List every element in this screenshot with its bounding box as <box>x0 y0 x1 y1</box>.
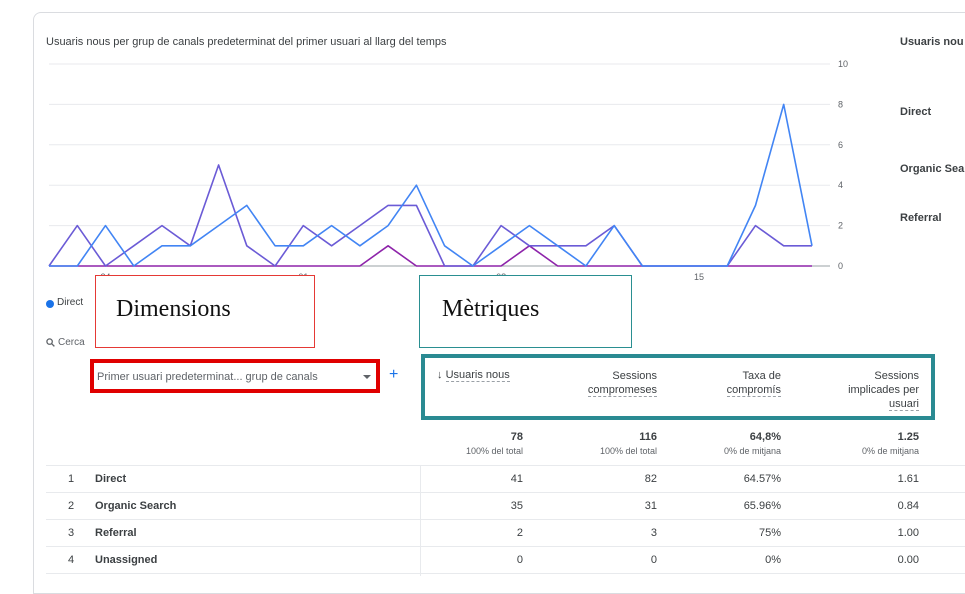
total-taxa-compromis: 64,8% <box>749 431 781 443</box>
series-line-referral <box>49 245 812 267</box>
row-cell: 0.84 <box>897 500 919 512</box>
column-header-sessions-implicades[interactable]: Sessions implicades per usuari <box>819 369 919 411</box>
column-header-line: Taxa de <box>742 370 781 382</box>
column-header-line: implicades per <box>848 384 919 396</box>
row-cell: 0.00 <box>897 554 919 566</box>
row-cell: 31 <box>644 500 657 512</box>
row-cell: 0 <box>516 554 523 566</box>
add-dimension-button[interactable]: + <box>389 366 398 384</box>
row-name: Unassigned <box>95 554 158 566</box>
row-name: Referral <box>95 527 137 539</box>
table-row[interactable]: 4 Unassigned 0 0 0% 0.00 <box>46 547 965 573</box>
column-header-sessions-compromeses[interactable]: Sessions compromeses <box>557 369 657 397</box>
search-icon[interactable] <box>46 338 55 347</box>
row-index: 1 <box>68 473 75 485</box>
column-header-taxa-de-compromis[interactable]: Taxa de compromís <box>681 369 781 397</box>
row-index: 2 <box>68 500 75 512</box>
metrics-annotation-box: Mètriques <box>419 275 632 348</box>
dimensions-annotation-label: Dimensions <box>116 296 231 322</box>
x-tick-label: 15 <box>694 272 704 282</box>
row-index: 4 <box>68 554 75 566</box>
total-taxa-compromis-sub: 0% de mitjana <box>723 446 781 456</box>
legend-direct-dot <box>46 300 54 308</box>
y-tick-label: 10 <box>838 59 848 69</box>
row-cell: 2 <box>516 527 523 539</box>
total-sessions-compromeses-sub: 100% del total <box>599 446 657 456</box>
column-header-line: compromeses <box>587 384 657 397</box>
row-cell: 35 <box>510 500 523 512</box>
total-usuaris-nous: 78 <box>510 431 523 443</box>
row-cell: 0% <box>765 554 781 566</box>
row-index: 3 <box>68 527 75 539</box>
metrics-annotation-label: Mètriques <box>442 296 540 322</box>
y-tick-label: 8 <box>838 99 843 109</box>
legend-direct-label[interactable]: Direct <box>57 297 83 308</box>
total-sessions-implicades-sub: 0% de mitjana <box>861 446 919 456</box>
line-chart: 10 8 6 4 2 0 2 4 0 10 8 15 <box>48 59 848 282</box>
row-cell: 64.57% <box>743 473 781 485</box>
column-header-line: usuari <box>889 398 919 411</box>
dimension-selector[interactable]: Primer usuari predeterminat... grup de c… <box>97 371 318 383</box>
right-legend-referral[interactable]: Referral <box>900 212 942 224</box>
y-tick-label: 6 <box>838 140 843 150</box>
right-legend-organic[interactable]: Organic Sear <box>900 163 965 175</box>
row-divider <box>46 573 965 574</box>
right-legend-direct[interactable]: Direct <box>900 106 931 118</box>
y-tick-label: 2 <box>838 221 843 231</box>
total-sessions-compromeses: 116 <box>639 431 657 443</box>
total-sessions-implicades: 1.25 <box>897 431 919 443</box>
row-cell: 1.00 <box>897 527 919 539</box>
y-tick-label: 4 <box>838 180 843 190</box>
row-cell: 1.61 <box>897 473 919 485</box>
column-header-line: compromís <box>726 384 781 397</box>
row-cell: 3 <box>650 527 657 539</box>
table-row[interactable]: 1 Direct 41 82 64.57% 1.61 <box>46 466 965 492</box>
y-axis-ticks: 10 8 6 4 2 0 <box>838 59 848 271</box>
column-header-usuaris-nous[interactable]: ↓ Usuaris nous <box>437 369 510 382</box>
row-cell: 0 <box>650 554 657 566</box>
table-row[interactable]: 2 Organic Search 35 31 65.96% 0.84 <box>46 493 965 519</box>
column-header-line: Sessions <box>612 370 657 382</box>
y-tick-label: 0 <box>838 261 843 271</box>
row-cell: 65.96% <box>743 500 781 512</box>
chevron-down-icon[interactable] <box>363 375 371 379</box>
row-cell: 82 <box>644 473 657 485</box>
row-name: Direct <box>95 473 127 485</box>
search-input[interactable]: Cerca <box>58 337 85 348</box>
sort-arrow-icon: ↓ <box>437 369 443 381</box>
row-name: Organic Search <box>95 500 177 512</box>
row-cell: 75% <box>758 527 781 539</box>
table-row[interactable]: 3 Referral 2 3 75% 1.00 <box>46 520 965 546</box>
total-usuaris-nous-sub: 100% del total <box>465 446 523 456</box>
row-cell: 41 <box>510 473 523 485</box>
dimensions-annotation-box: Dimensions <box>95 275 315 348</box>
column-header-line: Sessions <box>874 370 919 382</box>
column-header-label: Usuaris nous <box>445 369 510 382</box>
